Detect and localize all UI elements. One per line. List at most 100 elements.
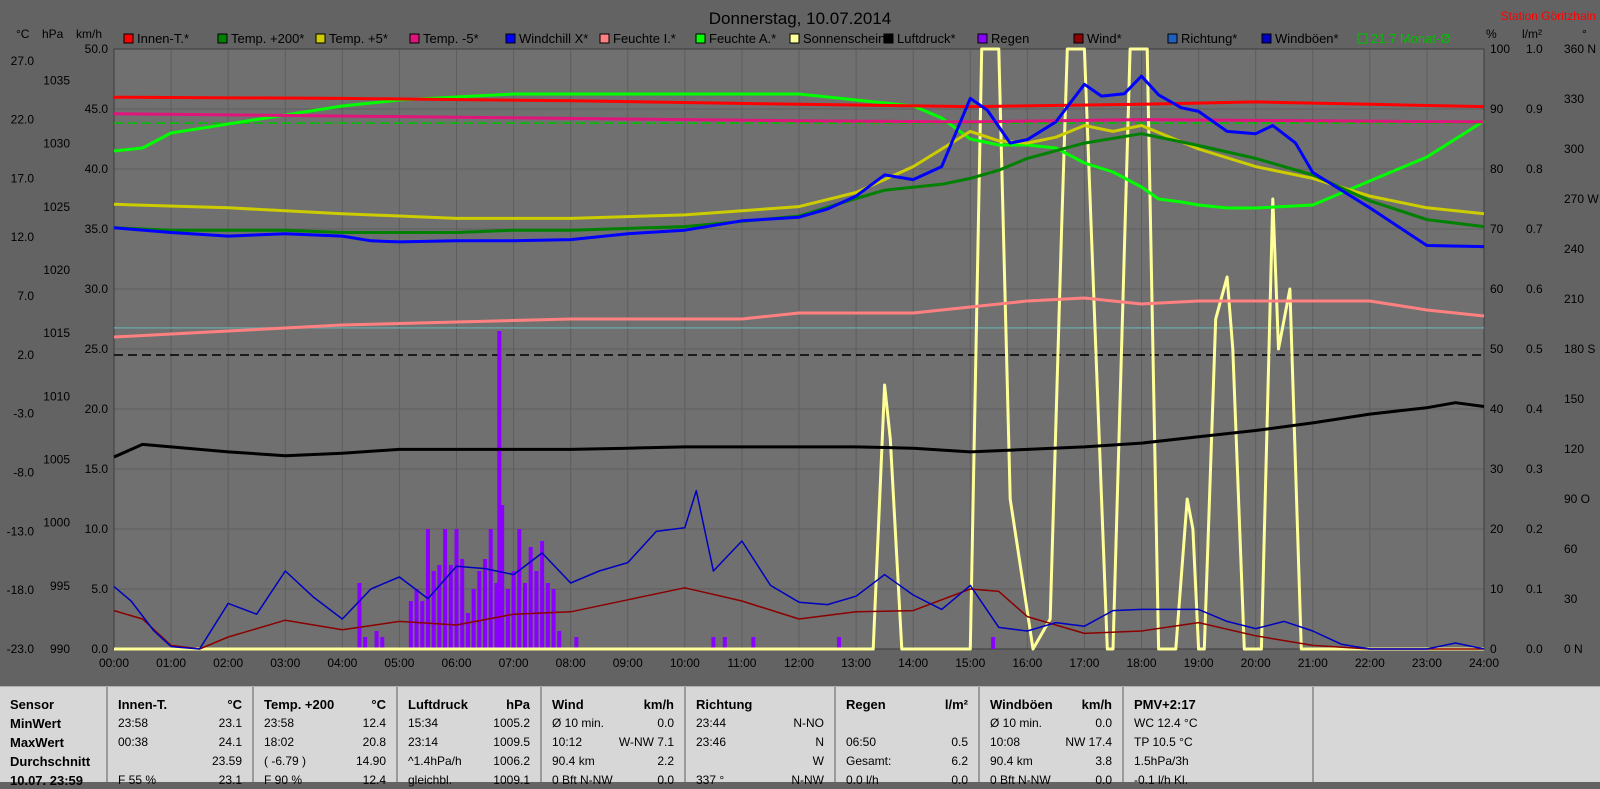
stats-last-label: F 90 % (264, 773, 303, 787)
stats-max-value: 0.5 (951, 735, 968, 749)
humidity-tick-label: 10 (1490, 582, 1504, 596)
stats-last-value: 0.0 (657, 773, 674, 787)
time-tick-label: 05:00 (384, 656, 414, 670)
legend-swatch (315, 33, 326, 44)
stats-avg-label: 1.5hPa/3h (1134, 754, 1189, 768)
legend-swatch (217, 33, 228, 44)
stats-last-label: 0 Bft N-NW (990, 773, 1051, 787)
stats-avg-label: ( -6.79 ) (264, 754, 307, 768)
rain-tick-label: 0.6 (1526, 282, 1543, 296)
stats-max-label: 23:14 (408, 735, 439, 749)
stats-avg-value: 23.59 (211, 754, 242, 768)
stats-last-value: N-NW (791, 773, 824, 787)
stats-max-label: 06:50 (846, 735, 877, 749)
time-tick-label: 02:00 (213, 656, 243, 670)
stats-max-value: N (815, 735, 824, 749)
stats-avg-value: 1006.2 (493, 754, 530, 768)
legend-label: Wind* (1087, 31, 1122, 46)
stats-min-value: 0.0 (1095, 716, 1112, 730)
stats-avg-label: Gesamt: (846, 754, 892, 768)
stats-last-value: 12.4 (362, 773, 386, 787)
time-tick-label: 24:00 (1469, 656, 1499, 670)
stats-section-title: Richtung (696, 697, 753, 712)
stats-min-value: 12.4 (362, 716, 386, 730)
direction-tick-label: 180 S (1564, 342, 1595, 356)
pressure-tick-label: 1010 (43, 389, 70, 403)
stats-last-value: 0.0 (951, 773, 968, 787)
stats-section: Richtung 23:44 N-NO 23:46 N W 337 ° N-NW (686, 687, 836, 787)
rain-tick-label: 0.4 (1526, 402, 1543, 416)
stats-min-label: 23:58 (118, 716, 149, 730)
legend-item[interactable]: Temp. +200* (217, 31, 304, 46)
stats-min-value: 23.1 (218, 716, 242, 730)
stats-min-value: 0.0 (657, 716, 674, 730)
stats-section-title: Luftdruck (408, 697, 468, 712)
direction-tick-label: 300 (1564, 142, 1584, 156)
legend-item[interactable]: Sonnenschein (789, 31, 885, 46)
rain-bar (363, 637, 368, 649)
row-label-min: MinWert (10, 716, 62, 731)
stats-max-value: 1009.5 (493, 735, 530, 749)
stats-section-unit: l/m² (944, 697, 968, 712)
legend-swatch (123, 33, 134, 44)
stats-section: Wind km/h Ø 10 min. 0.0 10:12 W-NW 7.1 90.4 km… (542, 687, 686, 787)
pressure-tick-label: 1015 (43, 326, 70, 340)
stats-section-unit: °C (371, 697, 386, 712)
unit-rain: l/m² (1522, 27, 1542, 41)
stats-section-title: Regen (846, 697, 886, 712)
stats-min-label: 15:34 (408, 716, 439, 730)
rain-bar (551, 589, 556, 649)
rain-bar (511, 571, 516, 649)
humidity-tick-label: 30 (1490, 462, 1504, 476)
stats-last-label: -0.1 l/h Kl. (1134, 773, 1189, 787)
rain-tick-label: 1.0 (1526, 42, 1543, 56)
legend-item[interactable]: Windchill X* (505, 31, 588, 46)
legend-swatch (977, 33, 988, 44)
unit-direction: ° (1582, 27, 1587, 41)
stats-avg-value: 2.2 (657, 754, 674, 768)
humidity-tick-label: 0 (1490, 642, 1497, 656)
humidity-tick-label: 70 (1490, 222, 1504, 236)
time-tick-label: 10:00 (670, 656, 700, 670)
stats-row-labels: Sensor MinWert MaxWert Durchschnitt 10.0… (0, 687, 108, 788)
temp-tick-label: -18.0 (7, 583, 35, 597)
time-tick-label: 09:00 (613, 656, 643, 670)
wind-tick-label: 50.0 (85, 42, 109, 56)
stats-max-value: 20.8 (362, 735, 386, 749)
time-tick-label: 03:00 (270, 656, 300, 670)
direction-tick-label: 60 (1564, 542, 1578, 556)
rain-bar (505, 589, 510, 649)
rain-bar (460, 559, 465, 649)
temp-tick-label: -23.0 (7, 642, 35, 656)
legend-swatch (883, 33, 894, 44)
rain-bar (523, 583, 527, 649)
stats-min-label: 23:58 (264, 716, 295, 730)
stats-section-title: Innen-T. (118, 697, 168, 712)
legend-label: Temp. +5* (329, 31, 388, 46)
legend-item[interactable]: 21.7 Monat-Ø (1357, 31, 1451, 46)
direction-tick-label: 30 (1564, 592, 1578, 606)
time-tick-label: 07:00 (499, 656, 529, 670)
temp-tick-label: 12.0 (11, 230, 35, 244)
legend-swatch (505, 33, 516, 44)
rain-bar (534, 571, 539, 649)
legend-swatch (789, 33, 800, 44)
time-tick-label: 13:00 (841, 656, 871, 670)
pressure-tick-label: 995 (50, 579, 70, 593)
stats-last-label: 0.0 l/h (846, 773, 879, 787)
rain-bar (751, 637, 756, 649)
stats-max-value: NW 17.4 (1065, 735, 1112, 749)
stats-max-label: 18:02 (264, 735, 295, 749)
unit-pressure: hPa (42, 27, 64, 41)
wind-tick-label: 35.0 (85, 222, 109, 236)
stats-avg-label: ^1.4hPa/h (408, 754, 462, 768)
stats-min-value: 1005.2 (493, 716, 530, 730)
stats-max-label: 10:08 (990, 735, 1021, 749)
legend-item[interactable]: Feuchte A.* (695, 31, 776, 46)
rain-tick-label: 0.7 (1526, 222, 1543, 236)
legend-swatch (1073, 33, 1084, 44)
humidity-tick-label: 20 (1490, 522, 1504, 536)
stats-section-unit: km/h (643, 697, 674, 712)
stats-section-title: Windböen (990, 697, 1053, 712)
direction-tick-label: 240 (1564, 242, 1584, 256)
